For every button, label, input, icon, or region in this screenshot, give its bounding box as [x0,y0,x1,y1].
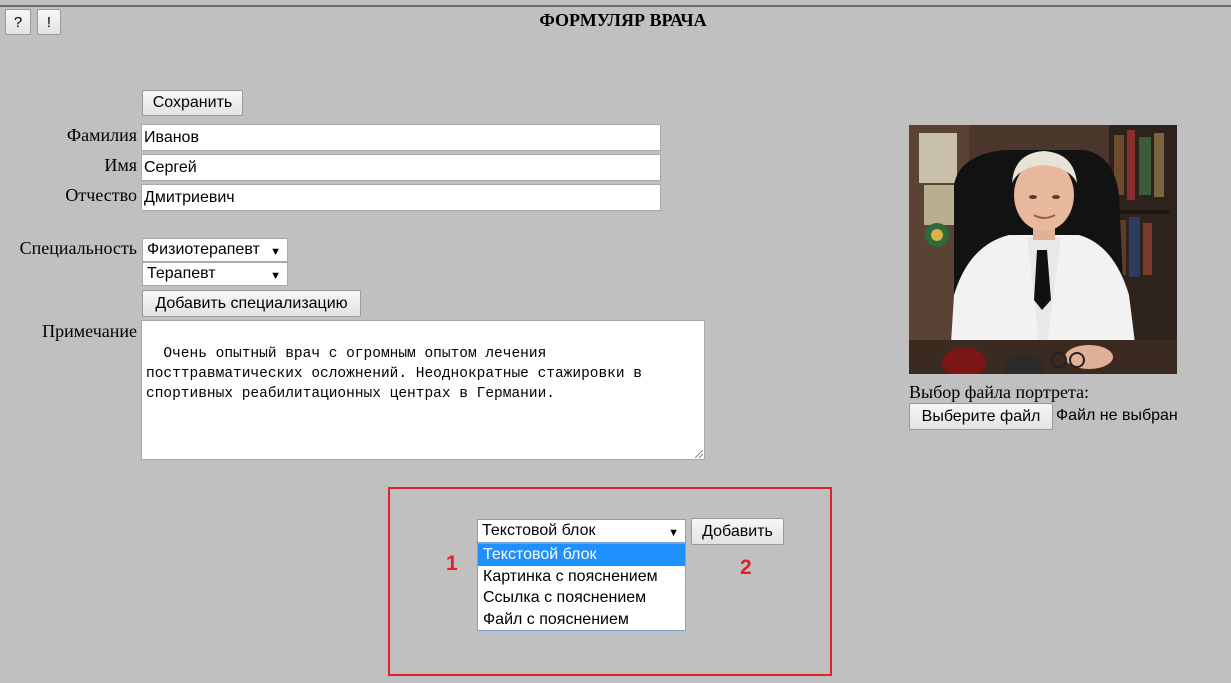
note-textarea[interactable]: Очень опытный врач с огромным опытом леч… [141,320,705,460]
resize-handle-icon[interactable] [695,450,703,458]
note-label: Примечание [42,321,137,341]
block-type-select[interactable]: Текстовой блок ▼ [477,519,686,543]
specialty-label: Специальность [19,238,137,258]
surname-field[interactable]: Иванов [141,124,661,151]
dropdown-option-link[interactable]: Ссылка с пояснением [478,587,685,609]
surname-label: Фамилия [66,125,137,145]
specialty-select-1[interactable]: Физиотерапевт ▼ [142,238,288,262]
dropdown-option-image[interactable]: Картинка с пояснением [478,566,685,588]
specialty-select-2-value: Терапевт [147,265,216,282]
dropdown-option-text-block[interactable]: Текстовой блок [478,544,685,566]
page-title: ФОРМУЛЯР ВРАЧА [539,10,707,30]
name-label: Имя [104,155,137,175]
portrait-choose-label: Выбор файла портрета: [909,382,1090,402]
chevron-down-icon: ▼ [270,270,281,282]
chevron-down-icon: ▼ [668,527,679,539]
block-type-dropdown[interactable]: Текстовой блок Картинка с пояснением Ссы… [477,543,686,631]
add-specialization-button[interactable]: Добавить специализацию [142,290,361,317]
save-button[interactable]: Сохранить [142,90,243,116]
file-status-text: Файл не выбран [1056,407,1178,424]
dropdown-option-file[interactable]: Файл с пояснением [478,609,685,631]
specialty-select-2[interactable]: Терапевт ▼ [142,262,288,286]
annotation-marker-1: 1 [446,552,458,575]
patronymic-field[interactable]: Дмитриевич [141,184,661,211]
name-field[interactable]: Сергей [141,154,661,181]
add-block-button[interactable]: Добавить [691,518,784,545]
top-divider [0,5,1231,7]
block-type-select-value: Текстовой блок [482,522,596,539]
portrait-illustration [909,125,1177,374]
chevron-down-icon: ▼ [270,246,281,258]
specialty-select-1-value: Физиотерапевт [147,241,260,258]
portrait-image [909,125,1177,374]
patronymic-label: Отчество [65,185,137,205]
note-text: Очень опытный врач с огромным опытом леч… [146,346,642,402]
choose-file-button[interactable]: Выберите файл [909,403,1053,430]
annotation-marker-2: 2 [740,556,752,579]
